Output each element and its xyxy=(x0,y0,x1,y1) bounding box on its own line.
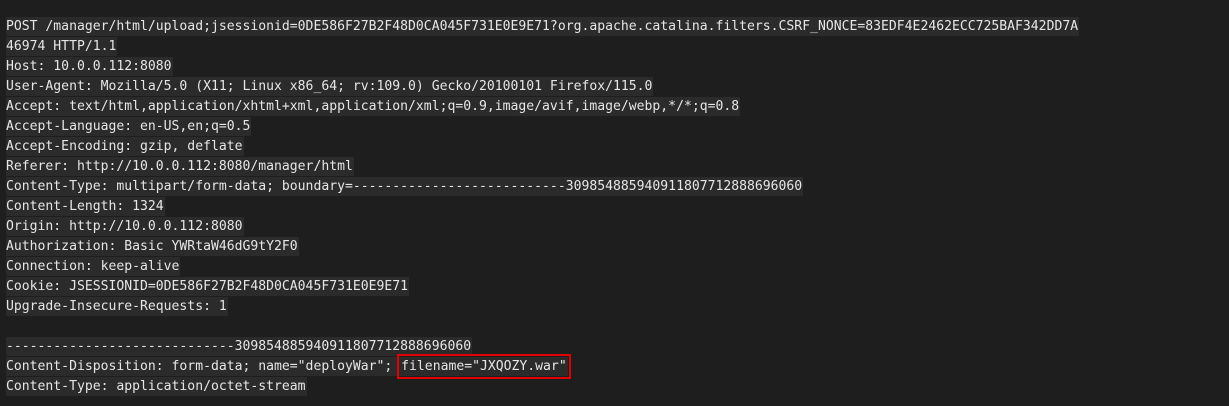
header-host-text: Host: 10.0.0.112:8080 xyxy=(6,57,173,76)
header-accept-text: Accept: text/html,application/xhtml+xml,… xyxy=(6,97,741,116)
header-accept: Accept: text/html,application/xhtml+xml,… xyxy=(6,97,741,117)
part-content-disposition: Content-Disposition: form-data; name="de… xyxy=(6,354,571,379)
multipart-boundary: -----------------------------30985488594… xyxy=(6,337,473,357)
header-cookie-text: Cookie: JSESSIONID=0DE586F27B2F48D0CA045… xyxy=(6,277,410,296)
part-content-type-text: Content-Type: application/octet-stream xyxy=(6,377,307,396)
request-line-continuation-text: 46974 HTTP/1.1 xyxy=(6,37,118,56)
header-accept-language-text: Accept-Language: en-US,en;q=0.5 xyxy=(6,117,252,136)
header-user-agent-text: User-Agent: Mozilla/5.0 (X11; Linux x86_… xyxy=(6,77,654,96)
header-content-length: Content-Length: 1324 xyxy=(6,197,165,217)
header-accept-language: Accept-Language: en-US,en;q=0.5 xyxy=(6,117,252,137)
header-connection-text: Connection: keep-alive xyxy=(6,257,181,276)
highlighted-filename: filename="JXQOZY.war" xyxy=(397,354,571,379)
header-authorization: Authorization: Basic YWRtaW46dG9tY2F0 xyxy=(6,237,299,257)
header-origin-text: Origin: http://10.0.0.112:8080 xyxy=(6,217,244,236)
header-accept-encoding: Accept-Encoding: gzip, deflate xyxy=(6,137,244,157)
header-referer: Referer: http://10.0.0.112:8080/manager/… xyxy=(6,157,354,177)
http-request-viewer: POST /manager/html/upload;jsessionid=0DE… xyxy=(0,0,1229,406)
request-line-text: POST /manager/html/upload;jsessionid=0DE… xyxy=(6,17,1080,36)
header-content-length-text: Content-Length: 1324 xyxy=(6,197,165,216)
request-line: POST /manager/html/upload;jsessionid=0DE… xyxy=(6,17,1080,37)
header-content-type: Content-Type: multipart/form-data; bound… xyxy=(6,177,804,197)
request-line-continuation: 46974 HTTP/1.1 xyxy=(6,37,118,57)
header-host: Host: 10.0.0.112:8080 xyxy=(6,57,173,77)
header-cookie: Cookie: JSESSIONID=0DE586F27B2F48D0CA045… xyxy=(6,277,410,297)
part-content-disposition-text: Content-Disposition: form-data; name="de… xyxy=(6,357,402,376)
header-referer-text: Referer: http://10.0.0.112:8080/manager/… xyxy=(6,157,354,176)
header-upgrade-insecure-requests-text: Upgrade-Insecure-Requests: 1 xyxy=(6,297,228,316)
header-accept-encoding-text: Accept-Encoding: gzip, deflate xyxy=(6,137,244,156)
header-authorization-text: Authorization: Basic YWRtaW46dG9tY2F0 xyxy=(6,237,299,256)
header-origin: Origin: http://10.0.0.112:8080 xyxy=(6,217,244,237)
part-content-type: Content-Type: application/octet-stream xyxy=(6,377,307,397)
multipart-boundary-text: -----------------------------30985488594… xyxy=(6,337,473,356)
header-upgrade-insecure-requests: Upgrade-Insecure-Requests: 1 xyxy=(6,297,228,317)
header-connection: Connection: keep-alive xyxy=(6,257,181,277)
header-user-agent: User-Agent: Mozilla/5.0 (X11; Linux x86_… xyxy=(6,77,654,97)
header-content-type-text: Content-Type: multipart/form-data; bound… xyxy=(6,177,804,196)
